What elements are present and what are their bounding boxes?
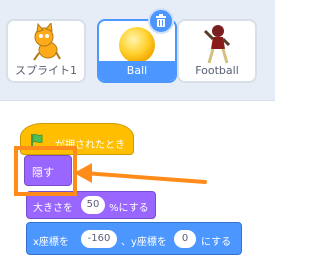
y-label: 、y座標を xyxy=(121,237,167,248)
set-size-label: 大きさを xyxy=(33,203,73,214)
sprite-name: Ball xyxy=(99,61,175,81)
pointer-arrow-icon xyxy=(74,163,207,184)
x-value-input[interactable]: -160 xyxy=(81,230,117,248)
x-label: x座標を xyxy=(33,237,69,248)
go-to-xy-suffix: にする xyxy=(201,237,232,248)
trash-icon xyxy=(156,14,166,27)
delete-sprite-button[interactable] xyxy=(148,8,174,34)
y-value-input[interactable]: 0 xyxy=(174,230,196,248)
sprite-tile-sprite1[interactable]: スプライト1 xyxy=(6,19,86,83)
football-player-sprite-icon xyxy=(203,25,231,64)
highlight-box xyxy=(14,146,77,196)
code-area: が押されたとき 隠す 大きさを 50 %にする x座標を -160 、y座標を … xyxy=(0,101,275,272)
cat-sprite-icon xyxy=(33,23,61,61)
go-to-xy-block[interactable]: x座標を -160 、y座標を 0 にする xyxy=(26,222,242,255)
sprite-name: スプライト1 xyxy=(15,64,77,77)
sprite-pane: スプライト1 Ball Football xyxy=(0,0,275,100)
set-size-suffix: %にする xyxy=(109,203,149,214)
sprite-tile-football[interactable]: Football xyxy=(177,19,257,83)
sprite-name: Football xyxy=(195,64,239,77)
size-value-input[interactable]: 50 xyxy=(81,196,105,214)
